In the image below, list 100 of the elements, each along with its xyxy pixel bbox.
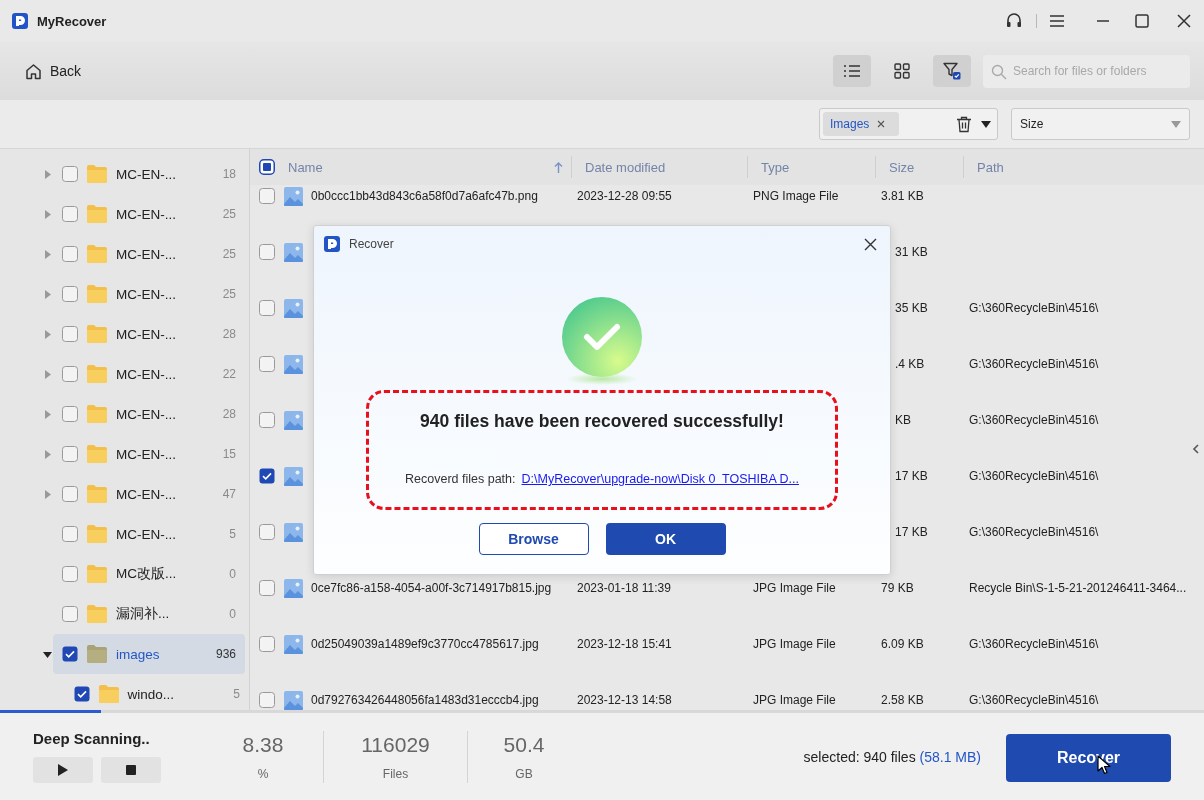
size-cell-text: 17 KB [894, 525, 929, 539]
checkbox[interactable] [62, 286, 78, 302]
tree-item[interactable]: MC-EN-... 15 [53, 434, 245, 474]
checkbox[interactable] [62, 566, 78, 582]
checkbox[interactable] [62, 246, 78, 262]
size-cell-text: 6.09 KB [881, 637, 925, 651]
collapsed-arrow-icon[interactable] [43, 169, 52, 179]
checkbox[interactable] [62, 446, 78, 462]
tree-item[interactable]: MC改版... 0 [53, 554, 245, 594]
filter-view-button[interactable] [933, 55, 971, 87]
tree-item[interactable]: MC-EN-... 18 [53, 154, 245, 194]
file-count: 18 [222, 167, 236, 181]
collapse-panel-icon[interactable] [1192, 444, 1199, 454]
collapsed-arrow-icon[interactable] [43, 369, 52, 379]
folder-name: MC-EN-... [116, 526, 177, 542]
checkbox[interactable] [259, 524, 275, 540]
checkbox[interactable] [62, 406, 78, 422]
checkbox[interactable] [62, 486, 78, 502]
tree-item[interactable]: images 936 [53, 634, 245, 674]
checkbox[interactable] [259, 412, 275, 428]
tree-item[interactable]: MC-EN-... 25 [53, 274, 245, 314]
file-count: 0 [229, 607, 236, 621]
close-icon[interactable] [864, 237, 877, 251]
tree-item[interactable]: MC-EN-... 5 [53, 514, 245, 554]
image-file-icon [284, 634, 303, 654]
checkbox[interactable] [62, 326, 78, 342]
folder-icon [86, 164, 108, 184]
selection-summary: selected: 940 files (58.1 MB) [803, 748, 981, 765]
image-file-icon [284, 354, 303, 374]
remove-icon[interactable] [877, 120, 886, 128]
checkbox[interactable] [259, 636, 275, 652]
tree-item[interactable]: MC-EN-... 25 [53, 194, 245, 234]
folder-icon [86, 564, 108, 584]
ok-button[interactable]: OK [605, 523, 726, 555]
checkbox[interactable] [62, 646, 78, 662]
type-cell-text: JPG Image File [753, 581, 837, 595]
path-cell-text: Recycle Bin\S-1-5-21-201246411-3464... [969, 581, 1188, 595]
checkbox[interactable] [73, 686, 90, 702]
menu-icon[interactable] [1049, 14, 1065, 28]
expanded-arrow-icon[interactable] [43, 649, 52, 659]
checkbox[interactable] [62, 526, 78, 542]
checkbox[interactable] [62, 606, 78, 622]
tree-item[interactable]: 漏洞补... 0 [53, 594, 245, 634]
stat-unit: % [257, 766, 269, 781]
path-cell-text: G:\360RecycleBin\4516\ [969, 301, 1100, 315]
checkbox[interactable] [259, 580, 275, 596]
tree-item[interactable]: MC-EN-... 25 [53, 234, 245, 274]
select-all-checkbox[interactable] [259, 159, 275, 175]
checkbox[interactable] [259, 300, 275, 316]
trash-icon[interactable] [956, 115, 972, 133]
filter-chip[interactable]: Images [823, 112, 899, 136]
app-logo-icon [324, 236, 340, 252]
play-icon [58, 764, 68, 776]
size-dropdown[interactable]: Size [1011, 108, 1190, 140]
type-cell-text: PNG Image File [753, 189, 840, 203]
headset-icon[interactable] [1005, 12, 1023, 30]
image-file-icon [284, 466, 303, 486]
checkbox[interactable] [259, 692, 275, 708]
checkbox[interactable] [259, 244, 275, 260]
checkbox[interactable] [259, 356, 275, 372]
folder-name: MC-EN-... [116, 366, 177, 382]
stat-value: 50.4 [503, 732, 545, 757]
sort-arrow-icon[interactable] [554, 161, 563, 173]
file-count: 936 [215, 647, 236, 661]
collapsed-arrow-icon[interactable] [43, 289, 52, 299]
file-count: 25 [222, 287, 236, 301]
checkbox[interactable] [259, 468, 275, 484]
date-cell-text: 2023-12-13 14:58 [577, 693, 673, 707]
stat-unit: GB [515, 766, 533, 781]
tree-item[interactable]: MC-EN-... 28 [53, 314, 245, 354]
dialog-title: Recover [349, 237, 394, 251]
image-file-icon [284, 186, 303, 206]
collapsed-arrow-icon[interactable] [43, 249, 52, 259]
folder-name: MC-EN-... [116, 286, 177, 302]
maximize-icon[interactable] [1135, 14, 1149, 28]
folder-icon [97, 684, 120, 704]
back-button[interactable]: Back [25, 62, 82, 80]
tree-item[interactable]: MC-EN-... 28 [53, 394, 245, 434]
collapsed-arrow-icon[interactable] [43, 409, 52, 419]
tree-item[interactable]: windo... 5 [64, 674, 249, 710]
browse-button[interactable]: Browse [478, 523, 589, 555]
file-type-dropdown[interactable]: Images [819, 108, 998, 140]
checkbox[interactable] [259, 188, 275, 204]
path-link[interactable]: D:\MyRecover\upgrade-now\Disk 0 TOSHIBA D... [521, 472, 799, 486]
tree-item[interactable]: MC-EN-... 22 [53, 354, 245, 394]
folder-icon [86, 644, 108, 664]
caret-icon[interactable] [981, 120, 991, 128]
stop-button[interactable] [101, 757, 161, 783]
list-view-button[interactable] [833, 55, 871, 87]
collapsed-arrow-icon[interactable] [43, 449, 52, 459]
collapsed-arrow-icon[interactable] [43, 489, 52, 499]
tree-item[interactable]: MC-EN-... 47 [53, 474, 245, 514]
play-button[interactable] [33, 757, 93, 783]
checkbox[interactable] [62, 206, 78, 222]
close-icon[interactable] [1177, 14, 1191, 28]
collapsed-arrow-icon[interactable] [43, 329, 52, 339]
checkbox[interactable] [62, 366, 78, 382]
collapsed-arrow-icon[interactable] [43, 209, 52, 219]
search-field[interactable]: Search for files or folders [983, 54, 1190, 88]
checkbox[interactable] [62, 166, 78, 182]
